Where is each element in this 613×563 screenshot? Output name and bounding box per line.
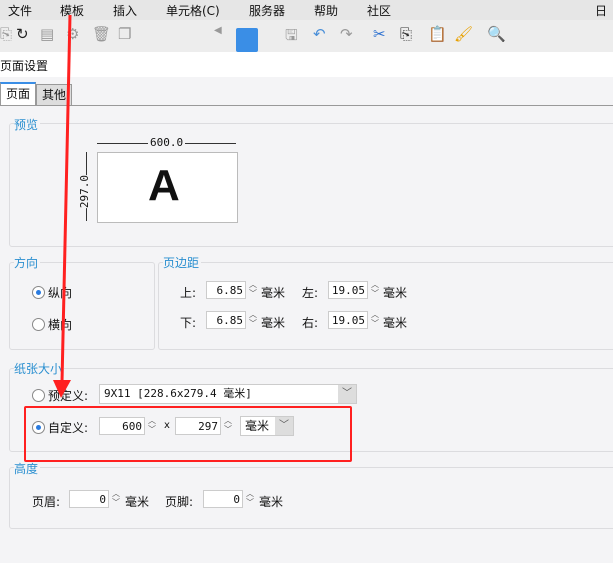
arrow-shaft <box>60 14 72 383</box>
annotation-arrow <box>53 14 72 398</box>
arrow-head <box>53 380 71 398</box>
annotation-highlight-box <box>24 406 352 462</box>
